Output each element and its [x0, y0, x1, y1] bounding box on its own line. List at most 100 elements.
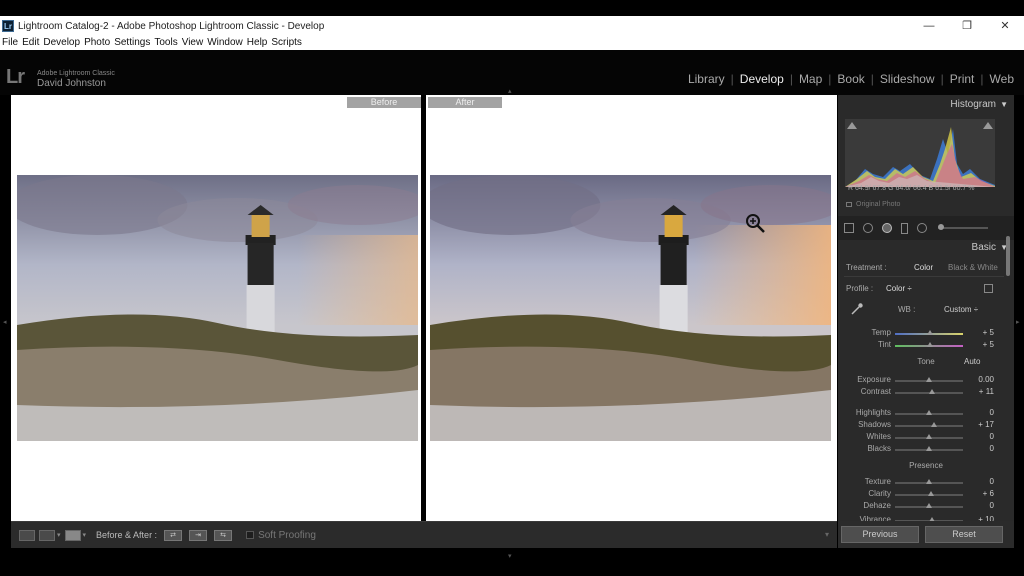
slider-value[interactable]: 0.00	[978, 375, 994, 384]
slider-value[interactable]: + 11	[979, 387, 994, 396]
slider-exposure[interactable]: Exposure 0.00	[838, 375, 1014, 387]
adjustment-brush-slider[interactable]	[938, 224, 988, 230]
slider-thumb[interactable]	[927, 330, 934, 335]
after-photo[interactable]	[430, 175, 831, 441]
slider-value[interactable]: 0	[990, 408, 994, 417]
slider-value[interactable]: + 5	[983, 340, 994, 349]
slider-thumb[interactable]	[929, 389, 936, 394]
slider-track[interactable]	[895, 479, 963, 484]
slider-track[interactable]	[895, 491, 963, 496]
slider-thumb[interactable]	[926, 377, 932, 382]
slider-temp[interactable]: Temp + 5	[838, 328, 1014, 340]
menu-help[interactable]: Help	[247, 36, 268, 50]
slider-thumb[interactable]	[928, 491, 935, 496]
menu-file[interactable]: File	[2, 36, 18, 50]
module-print[interactable]: Print	[950, 72, 975, 86]
module-slideshow[interactable]: Slideshow	[880, 72, 935, 86]
copy-after-to-before-button[interactable]: ⇥	[189, 529, 208, 541]
top-panel-toggle-icon[interactable]: ▴	[508, 87, 512, 95]
slider-thumb[interactable]	[931, 422, 938, 427]
slider-track[interactable]	[895, 434, 963, 439]
chevron-down-icon[interactable]: ▾	[57, 531, 61, 539]
swap-before-after-button[interactable]: ⇆	[214, 529, 233, 541]
filmstrip-toggle-icon[interactable]: ▾	[508, 552, 512, 560]
radial-filter-tool-icon[interactable]	[917, 223, 927, 233]
slider-texture[interactable]: Texture 0	[838, 477, 1014, 489]
module-develop[interactable]: Develop	[740, 72, 784, 86]
module-map[interactable]: Map	[799, 72, 822, 86]
close-button[interactable]: ✕	[986, 16, 1024, 36]
slider-thumb[interactable]	[926, 503, 932, 508]
slider-value[interactable]: 0	[990, 432, 994, 441]
graduated-filter-tool-icon[interactable]	[901, 222, 908, 234]
slider-value[interactable]: + 17	[978, 420, 994, 429]
histogram-header[interactable]: Histogram ▼	[838, 95, 1014, 115]
slider-clarity[interactable]: Clarity + 6	[838, 489, 1014, 501]
shadow-clipping-icon[interactable]	[847, 122, 857, 129]
slider-thumb[interactable]	[926, 479, 932, 484]
soft-proofing-checkbox[interactable]	[246, 531, 255, 539]
slider-shadows[interactable]: Shadows + 17	[838, 420, 1014, 432]
right-panel-toggle-icon[interactable]: ▸	[1016, 318, 1020, 326]
highlight-clipping-icon[interactable]	[983, 122, 993, 129]
slider-value[interactable]: 0	[990, 477, 994, 486]
auto-tone-button[interactable]: Auto	[964, 357, 980, 366]
slider-track[interactable]	[895, 342, 963, 347]
spot-removal-tool-icon[interactable]	[863, 223, 873, 233]
slider-thumb[interactable]	[926, 410, 932, 415]
chevron-down-icon[interactable]: ▾	[83, 531, 87, 539]
profile-dropdown[interactable]: Color ÷	[886, 284, 912, 293]
slider-dehaze[interactable]: Dehaze 0	[838, 501, 1014, 513]
treatment-bw-option[interactable]: Black & White	[948, 263, 998, 272]
reset-button[interactable]: Reset	[925, 526, 1003, 543]
toolbar-menu-icon[interactable]: ▾	[825, 530, 829, 539]
before-photo[interactable]	[17, 175, 418, 441]
module-library[interactable]: Library	[688, 72, 725, 86]
slider-highlights[interactable]: Highlights 0	[838, 408, 1014, 420]
slider-thumb[interactable]	[926, 434, 932, 439]
menu-window[interactable]: Window	[207, 36, 243, 50]
crop-tool-icon[interactable]	[844, 223, 854, 233]
menu-settings[interactable]: Settings	[114, 36, 150, 50]
before-after-view-button[interactable]	[64, 529, 81, 541]
module-book[interactable]: Book	[837, 72, 864, 86]
menu-develop[interactable]: Develop	[43, 36, 80, 50]
menu-edit[interactable]: Edit	[22, 36, 39, 50]
basic-panel-header[interactable]: Basic ▼	[838, 238, 1014, 258]
wb-dropdown[interactable]: Custom ÷	[944, 305, 978, 314]
slider-track[interactable]	[895, 389, 963, 394]
restore-button[interactable]: ❐	[948, 16, 986, 36]
slider-track[interactable]	[895, 446, 963, 451]
slider-value[interactable]: + 6	[983, 489, 994, 498]
slider-thumb[interactable]	[927, 342, 934, 347]
minimize-button[interactable]: —	[910, 16, 948, 36]
profile-browser-icon[interactable]	[984, 284, 993, 293]
collapse-triangle-icon[interactable]: ▼	[1000, 95, 1008, 115]
copy-before-to-after-button[interactable]: ⇄	[164, 529, 183, 541]
menu-view[interactable]: View	[182, 36, 204, 50]
previous-button[interactable]: Previous	[841, 526, 919, 543]
left-panel-toggle-icon[interactable]: ◂	[3, 318, 7, 326]
menu-scripts[interactable]: Scripts	[271, 36, 302, 50]
slider-contrast[interactable]: Contrast + 11	[838, 387, 1014, 399]
slider-whites[interactable]: Whites 0	[838, 432, 1014, 444]
slider-blacks[interactable]: Blacks 0	[838, 444, 1014, 456]
white-balance-eyedropper-icon[interactable]	[850, 302, 864, 316]
slider-track[interactable]	[895, 330, 963, 335]
menu-tools[interactable]: Tools	[154, 36, 177, 50]
slider-track[interactable]	[895, 422, 963, 427]
slider-track[interactable]	[895, 503, 963, 508]
before-pane[interactable]: Before	[11, 95, 421, 521]
slider-thumb[interactable]	[926, 446, 932, 451]
reference-view-button[interactable]	[39, 529, 55, 541]
slider-tint[interactable]: Tint + 5	[838, 340, 1014, 352]
slider-track[interactable]	[895, 410, 963, 415]
menu-photo[interactable]: Photo	[84, 36, 110, 50]
slider-track[interactable]	[895, 377, 963, 382]
red-eye-tool-icon[interactable]	[882, 223, 892, 233]
module-web[interactable]: Web	[990, 72, 1014, 86]
loupe-view-button[interactable]	[19, 529, 35, 541]
slider-value[interactable]: + 5	[983, 328, 994, 337]
after-pane[interactable]: After	[426, 95, 837, 521]
treatment-color-option[interactable]: Color	[914, 263, 933, 272]
